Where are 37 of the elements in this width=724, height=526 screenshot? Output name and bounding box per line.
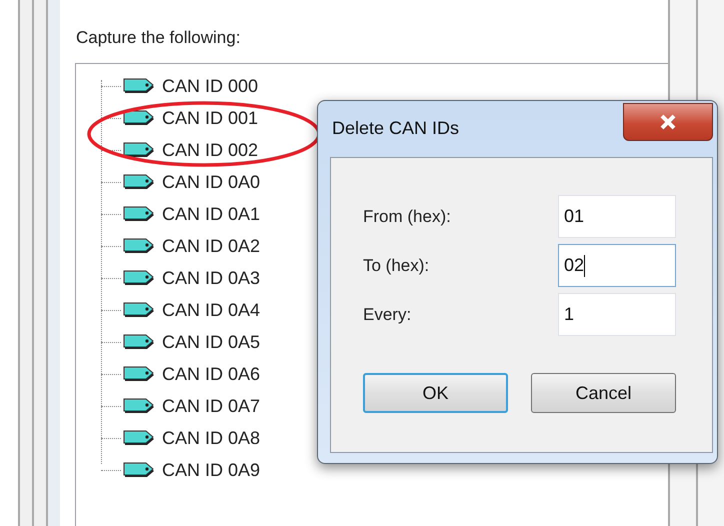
tag-icon [123, 205, 156, 223]
tree-item[interactable]: CAN ID 001 [162, 108, 258, 128]
tree-item[interactable]: CAN ID 0A4 [162, 300, 260, 320]
tree-item[interactable]: CAN ID 0A6 [162, 364, 260, 384]
tag-icon [123, 397, 156, 415]
dialog-button[interactable]: Cancel [531, 373, 676, 413]
tag-icon [123, 461, 156, 479]
tag-icon [123, 173, 156, 191]
tree-item[interactable]: CAN ID 0A8 [162, 428, 260, 448]
tree-item[interactable]: CAN ID 0A9 [162, 460, 260, 480]
tag-icon [123, 77, 156, 95]
tree-item[interactable]: CAN ID 0A7 [162, 396, 260, 416]
section-heading: Capture the following: [76, 28, 242, 48]
tag-icon [123, 269, 156, 287]
dialog-button[interactable]: OK [363, 373, 508, 413]
tree-item[interactable]: CAN ID 000 [162, 76, 258, 96]
tag-icon [123, 333, 156, 351]
input-field[interactable]: 01 [558, 195, 676, 238]
field-label: Every: [363, 304, 412, 324]
input-field[interactable]: 02 [558, 244, 676, 287]
input-field[interactable]: 1 [558, 293, 676, 336]
tree-item[interactable]: CAN ID 002 [162, 140, 258, 160]
tag-icon [123, 365, 156, 383]
field-label: From (hex): [363, 206, 451, 226]
tree-item[interactable]: CAN ID 0A2 [162, 236, 260, 256]
field-label: To (hex): [363, 256, 430, 276]
tree-item[interactable]: CAN ID 0A5 [162, 332, 260, 352]
tree-item[interactable]: CAN ID 0A1 [162, 204, 260, 224]
tag-icon [123, 237, 156, 255]
tree-item[interactable]: CAN ID 0A0 [162, 172, 260, 192]
tag-icon [123, 109, 156, 127]
tree-item[interactable]: CAN ID 0A3 [162, 268, 260, 288]
tag-icon [123, 141, 156, 159]
close-button[interactable] [623, 103, 713, 141]
tag-icon [123, 429, 156, 447]
tag-icon [123, 301, 156, 319]
dialog-title: Delete CAN IDs [332, 118, 460, 139]
